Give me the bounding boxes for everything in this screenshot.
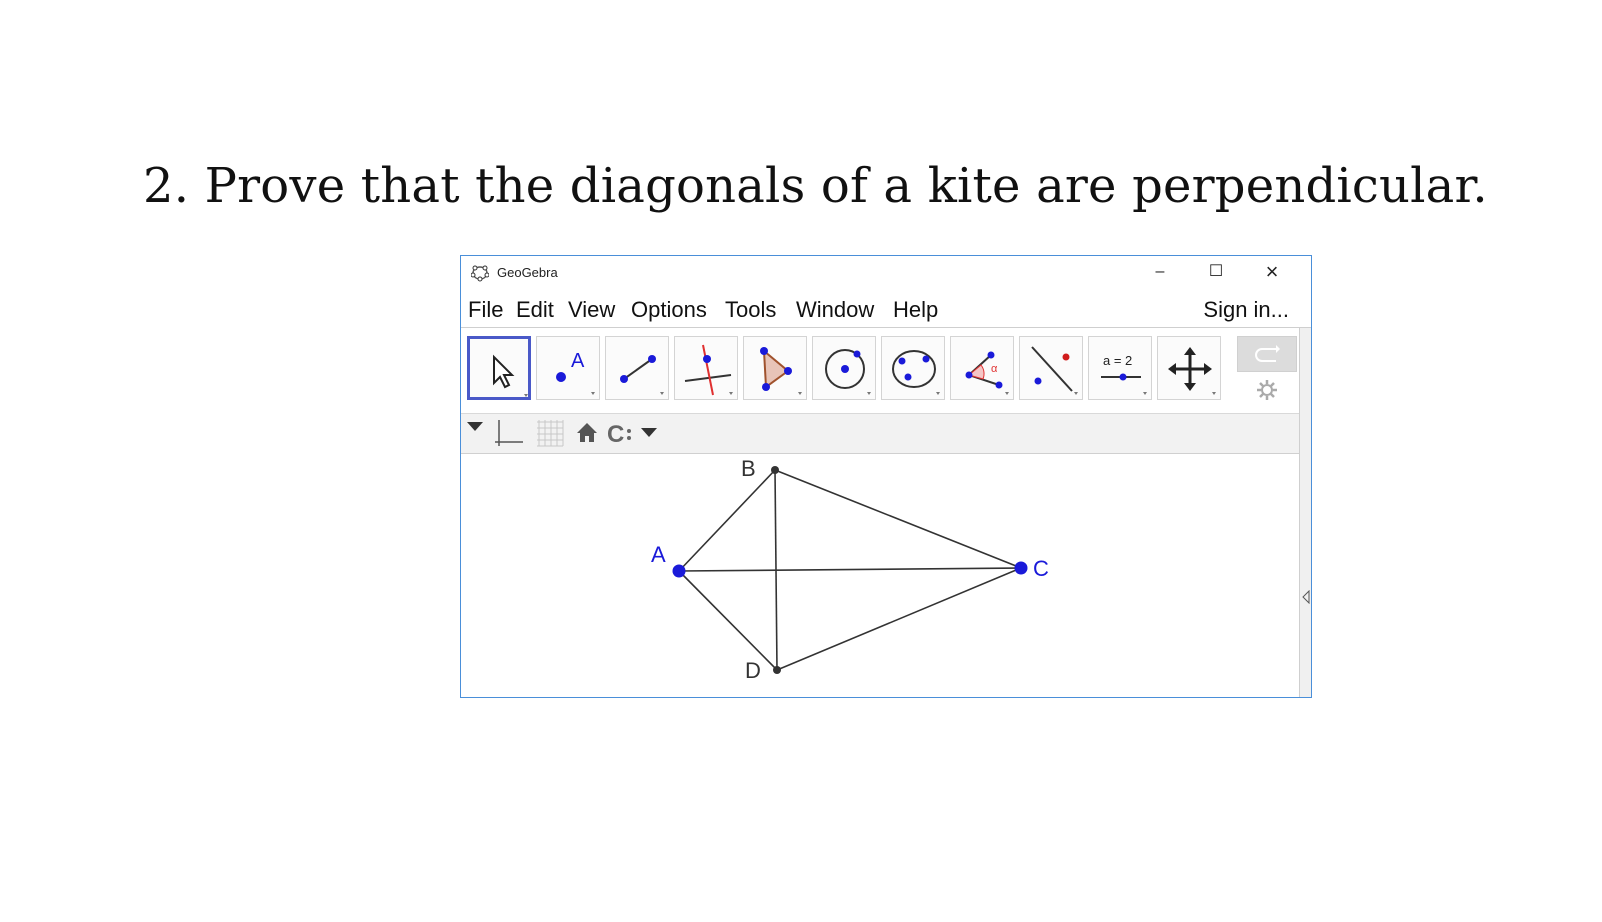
segment-icon <box>620 355 664 395</box>
menu-bar: File Edit View Options Tools Window Help… <box>461 290 1311 328</box>
menu-view[interactable]: View <box>568 297 615 323</box>
point-D[interactable] <box>773 666 781 674</box>
point-tool-label: A <box>571 350 585 372</box>
color-c-icon[interactable]: C <box>607 420 639 448</box>
side-CD <box>776 567 1022 671</box>
problem-statement: 2. Prove that the diagonals of a kite ar… <box>143 158 1488 214</box>
circle-tool-button[interactable] <box>812 336 876 400</box>
circle-center-icon <box>825 349 871 395</box>
axes-icon[interactable] <box>495 418 525 448</box>
home-icon[interactable] <box>575 421 599 445</box>
menu-options[interactable]: Options <box>631 297 707 323</box>
conic-ellipse-icon <box>892 350 940 395</box>
style-bar: C <box>461 414 1299 454</box>
angle-alpha-icon: α <box>965 351 1009 395</box>
label-A: A <box>651 542 666 567</box>
point-A-icon: A <box>556 350 595 395</box>
triangle-polygon-icon <box>760 347 802 395</box>
dropdown-triangle-icon[interactable] <box>641 428 657 440</box>
menu-tools[interactable]: Tools <box>725 297 776 323</box>
diagonal-BD <box>774 469 778 671</box>
reflect-tool-button[interactable] <box>1019 336 1083 400</box>
close-button[interactable]: × <box>1249 258 1295 286</box>
toggle-style-triangle-icon[interactable] <box>467 422 483 434</box>
menu-file[interactable]: File <box>468 297 503 323</box>
geogebra-logo-icon <box>470 264 490 282</box>
slider-icon: a = 2 <box>1101 353 1147 395</box>
svg-text:C: C <box>607 421 624 448</box>
slider-tool-button[interactable]: a = 2 <box>1088 336 1152 400</box>
side-AB <box>678 469 776 572</box>
side-BC <box>774 469 1022 569</box>
redo-icon[interactable] <box>1238 337 1298 373</box>
kite-figure: A B C D <box>651 456 1049 683</box>
minimize-button[interactable]: – <box>1137 258 1183 286</box>
point-tool-button[interactable]: A <box>536 336 600 400</box>
label-C: C <box>1033 556 1049 581</box>
reflect-line-icon <box>1031 346 1078 395</box>
side-DA <box>678 570 778 671</box>
menu-help[interactable]: Help <box>893 297 938 323</box>
window-title: GeoGebra <box>497 265 558 280</box>
point-B[interactable] <box>771 466 779 474</box>
grid-icon[interactable] <box>535 418 565 448</box>
point-A[interactable] <box>672 564 686 578</box>
graphics-view[interactable]: A B C D <box>461 454 1299 697</box>
label-D: D <box>745 658 761 683</box>
undo-redo-panel <box>1237 336 1297 372</box>
polygon-tool-button[interactable] <box>743 336 807 400</box>
cursor-arrow-icon <box>493 354 528 397</box>
menu-window[interactable]: Window <box>796 297 874 323</box>
angle-tool-label: α <box>991 363 998 375</box>
perpendicular-tool-button[interactable] <box>674 336 738 400</box>
expand-panel-arrow-icon[interactable] <box>1301 590 1311 604</box>
point-C[interactable] <box>1014 561 1028 575</box>
side-panel-collapsed <box>1299 328 1311 697</box>
sign-in-link[interactable]: Sign in... <box>1203 297 1289 323</box>
conic-tool-button[interactable] <box>881 336 945 400</box>
maximize-button[interactable]: ☐ <box>1193 258 1239 286</box>
slider-tool-label: a = 2 <box>1103 353 1132 368</box>
four-arrows-icon <box>1168 347 1216 395</box>
diagonal-AC <box>678 567 1022 572</box>
menu-edit[interactable]: Edit <box>516 297 554 323</box>
toolbar: A α a = 2 <box>461 328 1299 414</box>
settings-gear-icon[interactable] <box>1255 378 1279 402</box>
geogebra-window: GeoGebra – ☐ × File Edit View Options To… <box>460 255 1312 698</box>
label-B: B <box>741 456 756 481</box>
title-bar: GeoGebra – ☐ × <box>461 256 1311 288</box>
line-tool-button[interactable] <box>605 336 669 400</box>
angle-tool-button[interactable]: α <box>950 336 1014 400</box>
move-graphics-tool-button[interactable] <box>1157 336 1221 400</box>
perpendicular-line-icon <box>684 344 733 396</box>
move-tool-button[interactable] <box>467 336 531 400</box>
